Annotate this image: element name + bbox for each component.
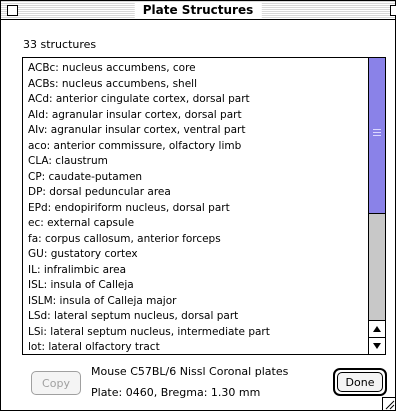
zoom-box-icon[interactable]: [390, 5, 396, 16]
list-item[interactable]: AIv: agranular insular cortex, ventral p…: [28, 123, 363, 139]
thumb-grip-icon: [373, 129, 381, 137]
list-item[interactable]: ACBs: nucleus accumbens, shell: [28, 77, 363, 93]
vertical-scrollbar[interactable]: [368, 58, 385, 354]
up-arrow-icon: [373, 326, 381, 332]
list-item[interactable]: DP: dorsal peduncular area: [28, 185, 363, 201]
close-box-icon[interactable]: [7, 5, 18, 16]
list-item[interactable]: fa: corpus callosum, anterior forceps: [28, 232, 363, 248]
list-item[interactable]: LSi: lateral septum nucleus, intermediat…: [28, 325, 363, 341]
structures-list: ACBc: nucleus accumbens, core ACBs: nucl…: [28, 61, 363, 354]
window-title: Plate Structures: [134, 2, 262, 18]
list-item[interactable]: AId: agranular insular cortex, dorsal pa…: [28, 108, 363, 124]
resize-grip-icon[interactable]: [382, 397, 395, 410]
plate-name: Mouse C57BL/6 Nissl Coronal plates: [91, 365, 289, 378]
copy-button[interactable]: Copy: [31, 371, 81, 395]
list-item[interactable]: CP: caudate-putamen: [28, 170, 363, 186]
list-item[interactable]: ACBc: nucleus accumbens, core: [28, 61, 363, 77]
list-item[interactable]: ISL: insula of Calleja: [28, 278, 363, 294]
list-item[interactable]: LSd: lateral septum nucleus, dorsal part: [28, 309, 363, 325]
done-button[interactable]: Done: [337, 372, 383, 392]
title-bar[interactable]: Plate Structures: [1, 1, 396, 20]
list-item[interactable]: aco: anterior commissure, olfactory limb: [28, 139, 363, 155]
list-item[interactable]: CLA: claustrum: [28, 154, 363, 170]
list-item[interactable]: EPd: endopiriform nucleus, dorsal part: [28, 201, 363, 217]
plate-info: Plate: 0460, Bregma: 1.30 mm: [91, 386, 261, 399]
resize-lines-icon: [385, 400, 395, 410]
list-item[interactable]: GU: gustatory cortex: [28, 247, 363, 263]
structure-count: 33 structures: [23, 38, 97, 51]
default-button-ring: Done: [333, 368, 387, 396]
scroll-down-button[interactable]: [369, 337, 385, 354]
list-item[interactable]: IL: infralimbic area: [28, 263, 363, 279]
list-item[interactable]: lot: lateral olfactory tract: [28, 340, 363, 354]
scroll-up-button[interactable]: [369, 320, 385, 337]
list-item[interactable]: ec: external capsule: [28, 216, 363, 232]
structures-list-box[interactable]: ACBc: nucleus accumbens, core ACBs: nucl…: [22, 57, 386, 355]
list-item[interactable]: ISLM: insula of Calleja major: [28, 294, 363, 310]
plate-structures-window: Plate Structures 33 structures ACBc: nuc…: [0, 0, 396, 411]
scrollbar-thumb[interactable]: [369, 58, 385, 214]
down-arrow-icon: [373, 343, 381, 349]
list-item[interactable]: ACd: anterior cingulate cortex, dorsal p…: [28, 92, 363, 108]
